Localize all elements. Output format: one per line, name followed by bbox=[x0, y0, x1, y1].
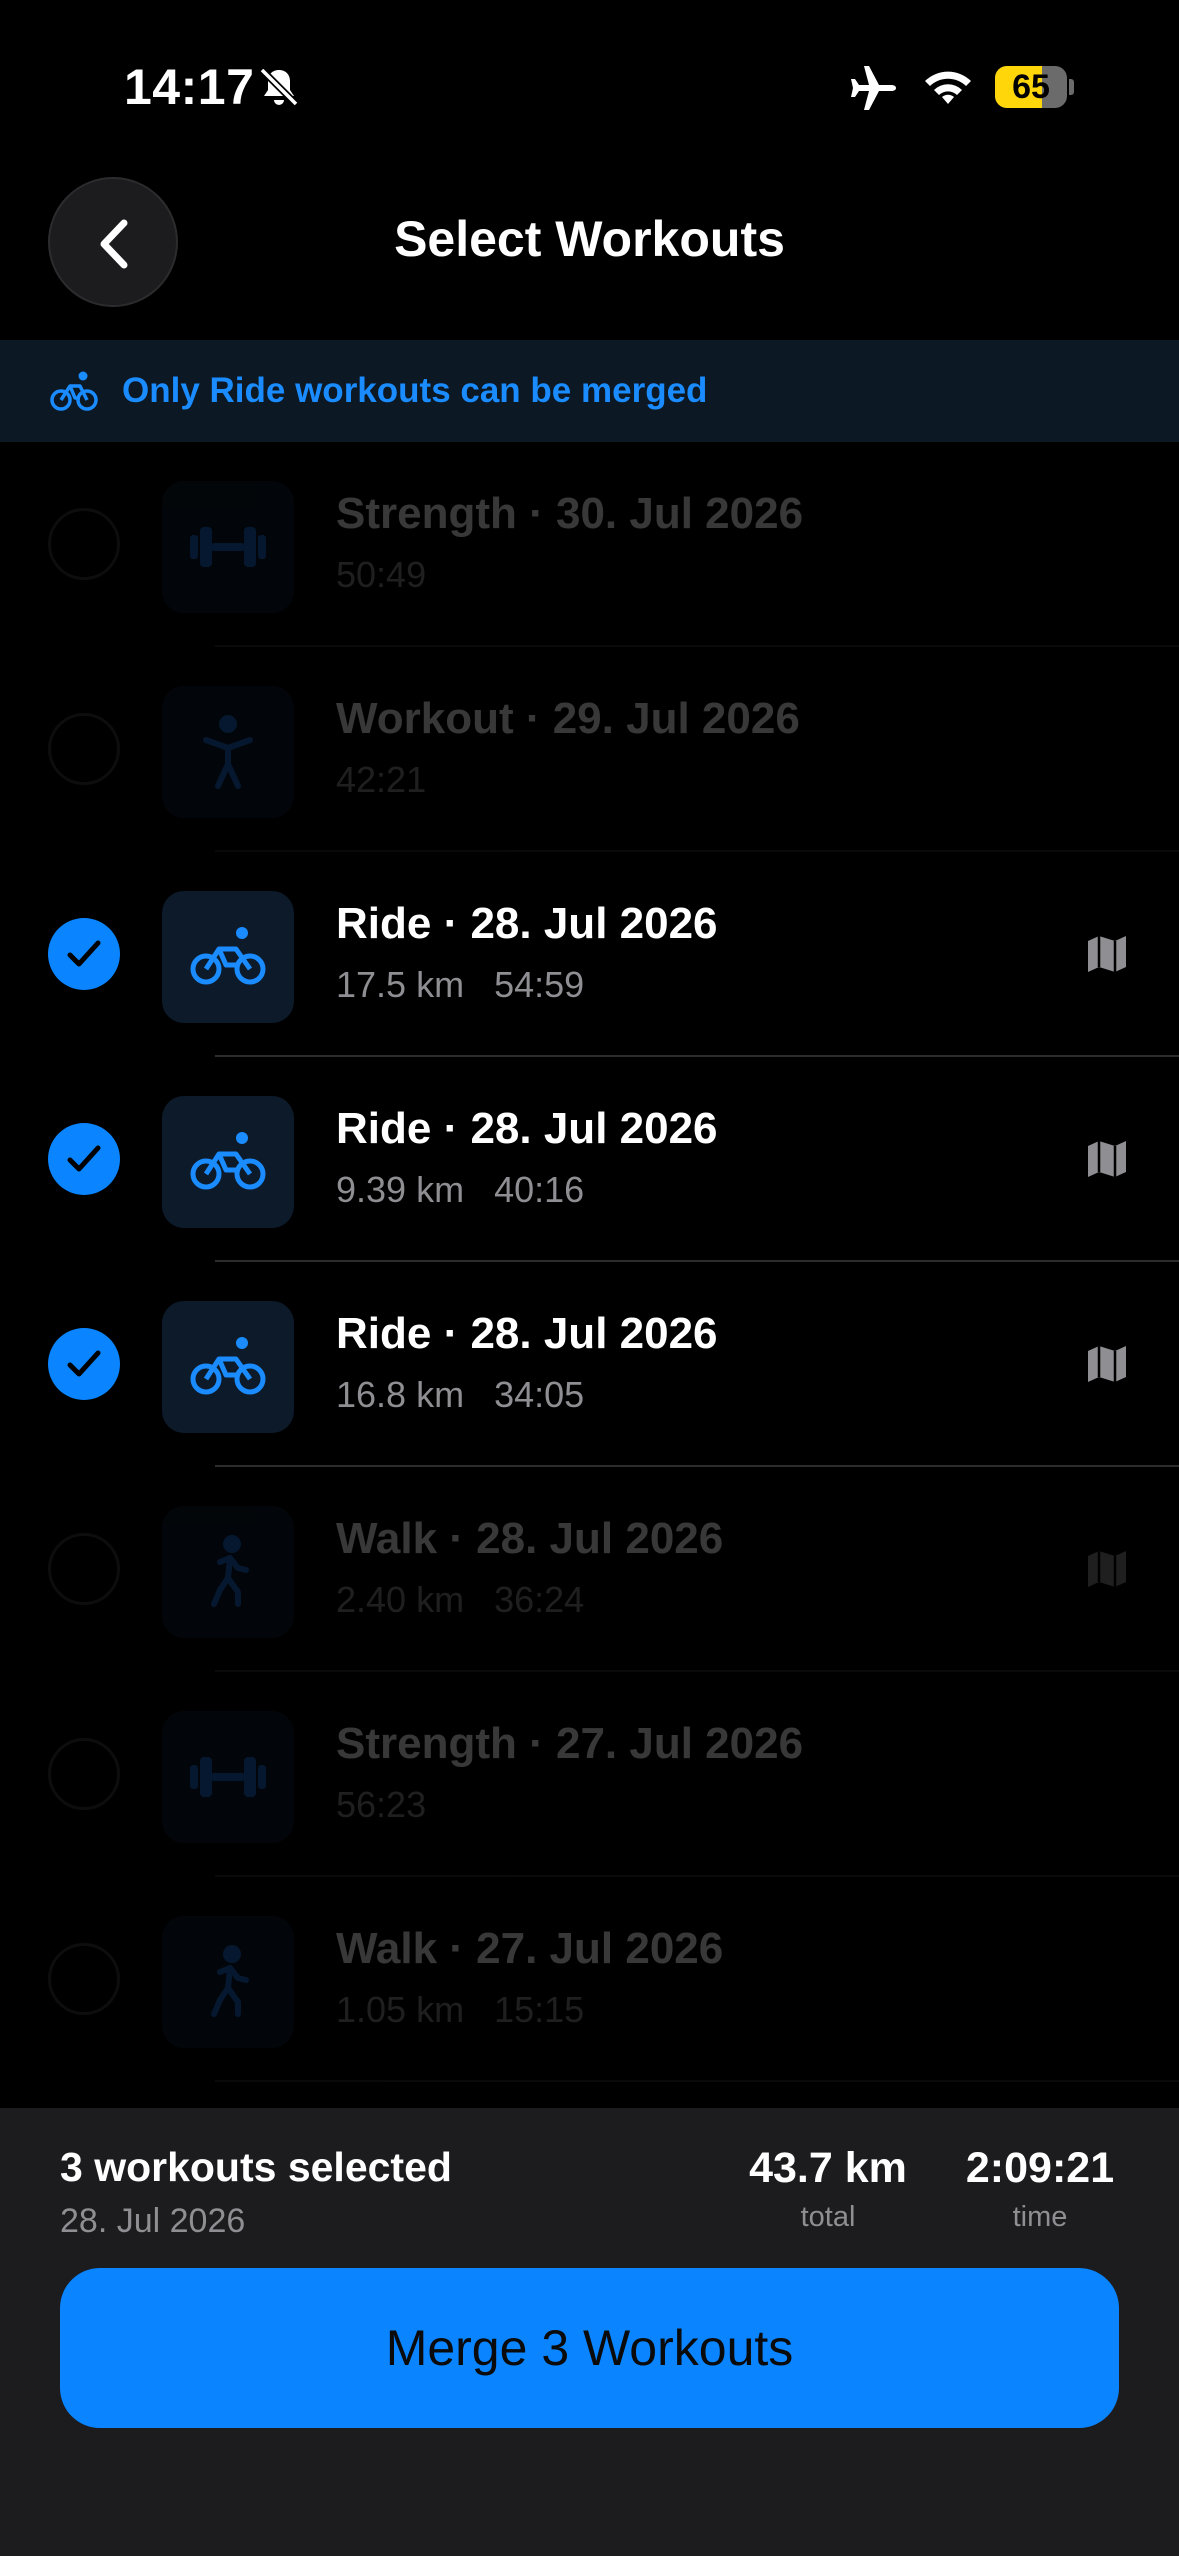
workout-title: Walk · 27. Jul 2026 bbox=[336, 1924, 724, 1973]
map-icon bbox=[1088, 936, 1126, 972]
selection-checkbox bbox=[48, 1943, 120, 2015]
workout-duration: 40:16 bbox=[494, 1169, 585, 1210]
workout-row[interactable]: Ride · 28. Jul 2026 16.8 km 34:05 bbox=[0, 1262, 1179, 1467]
workout-title: Ride · 28. Jul 2026 bbox=[336, 899, 718, 948]
selection-checkbox[interactable] bbox=[48, 1123, 120, 1195]
map-icon bbox=[1088, 1141, 1126, 1177]
selection-checkbox bbox=[48, 713, 120, 785]
banner-text: Only Ride workouts can be merged bbox=[122, 371, 708, 410]
checkmark-icon bbox=[67, 940, 101, 967]
bell-slash-icon bbox=[259, 67, 299, 107]
workout-type-tile bbox=[162, 1916, 294, 2048]
total-time-value: 2:09:21 bbox=[965, 2144, 1115, 2192]
workout-title: Walk · 28. Jul 2026 bbox=[336, 1514, 724, 1563]
bicycle-icon bbox=[190, 1337, 266, 1395]
map-icon bbox=[1088, 1346, 1126, 1382]
workout-type-tile bbox=[162, 1096, 294, 1228]
workout-type-tile bbox=[162, 1506, 294, 1638]
total-distance-label: total bbox=[800, 2201, 856, 2233]
status-time: 14:17 bbox=[124, 59, 255, 115]
selected-count: 3 workouts selected bbox=[60, 2144, 452, 2190]
checkmark-icon bbox=[67, 1350, 101, 1377]
workout-distance: 17.5 km bbox=[336, 964, 465, 1005]
workout-type-tile bbox=[162, 686, 294, 818]
status-bar: 14:17 65 bbox=[0, 0, 1179, 175]
workout-type-tile bbox=[162, 1711, 294, 1843]
battery-icon: 65 bbox=[995, 66, 1074, 108]
merge-info-banner: Only Ride workouts can be merged bbox=[0, 340, 1179, 442]
selection-checkbox[interactable] bbox=[48, 918, 120, 990]
workout-distance: 9.39 km bbox=[336, 1169, 465, 1210]
selection-checkbox bbox=[48, 1533, 120, 1605]
total-time-stat: 2:09:21 time bbox=[955, 2144, 1125, 2234]
checkmark-icon bbox=[67, 1145, 101, 1172]
selection-checkbox bbox=[48, 1738, 120, 1810]
workout-stats: 56:23 bbox=[336, 1784, 426, 1826]
workout-row: Strength · 30. Jul 2026 50:49 bbox=[0, 442, 1179, 647]
total-time-label: time bbox=[1012, 2201, 1068, 2233]
bicycle-icon bbox=[50, 371, 98, 411]
workout-duration: 36:24 bbox=[494, 1579, 585, 1620]
workout-duration: 42:21 bbox=[336, 759, 427, 800]
bicycle-icon bbox=[190, 927, 266, 985]
bicycle-icon bbox=[190, 1132, 266, 1190]
workout-title: Ride · 28. Jul 2026 bbox=[336, 1104, 718, 1153]
workout-distance: 2.40 km bbox=[336, 1579, 465, 1620]
map-icon bbox=[1088, 1551, 1126, 1587]
figure-icon bbox=[203, 715, 253, 789]
workout-duration: 15:15 bbox=[494, 1989, 585, 2030]
workout-row: Workout · 29. Jul 2026 42:21 bbox=[0, 647, 1179, 852]
workout-title: Workout · 29. Jul 2026 bbox=[336, 694, 800, 743]
merge-button[interactable]: Merge 3 Workouts bbox=[60, 2268, 1119, 2428]
airplane-icon bbox=[851, 66, 896, 110]
total-distance-value: 43.7 km bbox=[749, 2144, 907, 2192]
workout-title: Strength · 27. Jul 2026 bbox=[336, 1719, 804, 1768]
workout-row: Walk · 27. Jul 2026 1.05 km 15:15 bbox=[0, 1877, 1179, 2082]
workout-row: Walk · 28. Jul 2026 2.40 km 36:24 bbox=[0, 1467, 1179, 1672]
workout-stats: 1.05 km 15:15 bbox=[336, 1989, 584, 2031]
workout-type-tile bbox=[162, 1301, 294, 1433]
workout-row[interactable]: Ride · 28. Jul 2026 9.39 km 40:16 bbox=[0, 1057, 1179, 1262]
wifi-icon bbox=[925, 71, 971, 104]
workout-stats: 9.39 km 40:16 bbox=[336, 1169, 584, 1211]
workout-title: Strength · 30. Jul 2026 bbox=[336, 489, 804, 538]
workout-distance: 1.05 km bbox=[336, 1989, 465, 2030]
workout-stats: 50:49 bbox=[336, 554, 426, 596]
workout-stats: 17.5 km 54:59 bbox=[336, 964, 584, 1006]
workout-type-tile bbox=[162, 891, 294, 1023]
workout-duration: 34:05 bbox=[494, 1374, 585, 1415]
workout-stats: 2.40 km 36:24 bbox=[336, 1579, 584, 1621]
workout-stats: 16.8 km 34:05 bbox=[336, 1374, 584, 1416]
workout-title: Ride · 28. Jul 2026 bbox=[336, 1309, 718, 1358]
workout-duration: 50:49 bbox=[336, 554, 427, 595]
workout-row: Strength · 27. Jul 2026 56:23 bbox=[0, 1672, 1179, 1877]
workout-stats: 42:21 bbox=[336, 759, 426, 801]
battery-level: 65 bbox=[1012, 68, 1050, 106]
dumbbell-icon bbox=[190, 1757, 266, 1797]
walking-icon bbox=[211, 1945, 249, 2017]
page-title: Select Workouts bbox=[394, 211, 785, 267]
selection-checkbox bbox=[48, 508, 120, 580]
dumbbell-icon bbox=[190, 527, 266, 567]
selection-footer: 3 workouts selected 28. Jul 2026 43.7 km… bbox=[0, 2108, 1179, 2556]
workout-duration: 56:23 bbox=[336, 1784, 427, 1825]
selected-date: 28. Jul 2026 bbox=[60, 2202, 246, 2240]
workout-duration: 54:59 bbox=[494, 964, 585, 1005]
row-separator bbox=[215, 2080, 1179, 2082]
total-distance-stat: 43.7 km total bbox=[740, 2144, 916, 2234]
selection-checkbox[interactable] bbox=[48, 1328, 120, 1400]
workout-type-tile bbox=[162, 481, 294, 613]
walking-icon bbox=[211, 1535, 249, 1607]
workout-row[interactable]: Ride · 28. Jul 2026 17.5 km 54:59 bbox=[0, 852, 1179, 1057]
workout-distance: 16.8 km bbox=[336, 1374, 465, 1415]
